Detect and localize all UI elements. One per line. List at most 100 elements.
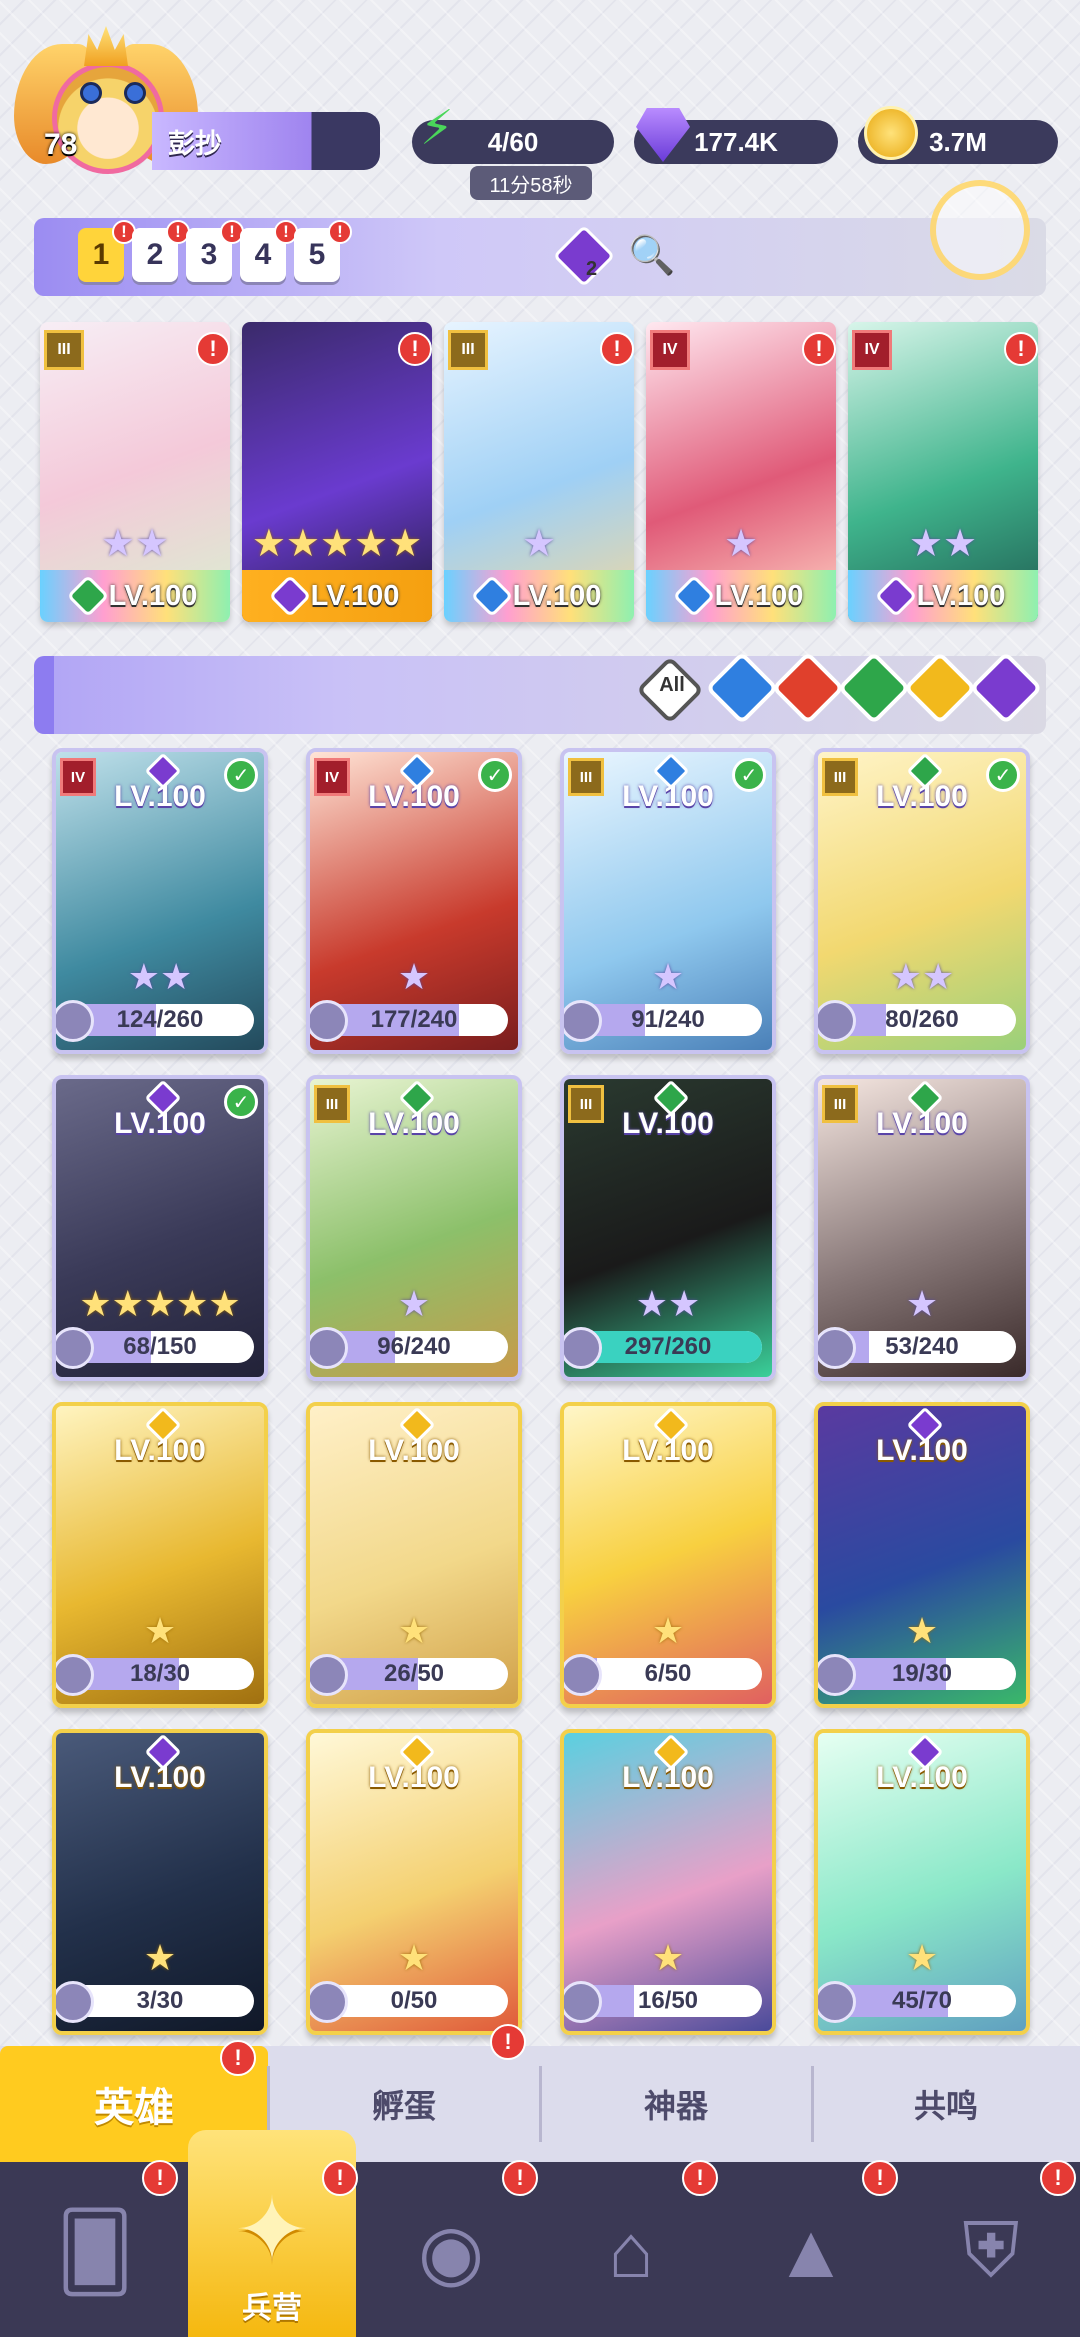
hero-level-bar: LV.100 (444, 570, 634, 622)
hero-stars: ★★ (635, 1283, 701, 1324)
edit-team-button[interactable] (930, 180, 1030, 280)
shard-icon (564, 1654, 602, 1696)
team-hero-card[interactable]: LV.100 ★ IV (646, 322, 836, 622)
hero-stars: ★ (397, 1610, 431, 1651)
shard-progress-bar: 124/260 (66, 1004, 254, 1036)
shard-icon (56, 1000, 94, 1042)
wizard-nav-icon[interactable]: ▲ (746, 2176, 876, 2326)
subtab-2[interactable]: 神器 (540, 2046, 812, 2162)
castle-nav-icon[interactable]: ⌂ (566, 2176, 696, 2326)
shard-count: 18/30 (129, 1660, 191, 1687)
shard-icon (56, 1654, 94, 1696)
hero-level-bar: LV.100 (646, 570, 836, 622)
search-icon[interactable]: 🔍 (628, 234, 675, 278)
water-element-icon (470, 574, 513, 618)
shard-progress-bar: 6/50 (574, 1658, 762, 1690)
tab-divider (539, 2066, 542, 2142)
shard-icon (56, 1327, 94, 1369)
hero-card[interactable]: LV.100 III ✓ ★ 91/240 (560, 748, 776, 1054)
team-hero-card[interactable]: LV.100 ★★ IV (848, 322, 1038, 622)
coin-icon (864, 106, 918, 160)
rank-badge: IV (314, 758, 350, 796)
shard-count: 80/260 (885, 1006, 959, 1033)
hero-level: LV.100 (108, 579, 198, 612)
shard-icon (310, 1981, 348, 2023)
team-hero-card[interactable]: LV.100 ★★ III (40, 322, 230, 622)
hero-card[interactable]: LV.100 ★ 45/70 (814, 1729, 1030, 2035)
dark-element-icon (874, 574, 917, 618)
shard-progress-bar: 26/50 (320, 1658, 508, 1690)
energy-timer: 11分58秒 (470, 166, 592, 200)
rank-badge: III (568, 758, 604, 796)
rank-badge: IV (60, 758, 96, 796)
hero-stars: ★ (905, 1283, 939, 1324)
hero-level-bar: LV.100 (242, 570, 432, 622)
hero-card[interactable]: LV.100 III ★ 53/240 (814, 1075, 1030, 1381)
hero-card[interactable]: LV.100 ✓ ★★★★★ 68/150 (52, 1075, 268, 1381)
hero-card[interactable]: LV.100 IV ✓ ★ 177/240 (306, 748, 522, 1054)
shard-count: 19/30 (891, 1660, 953, 1687)
team-hero-card[interactable]: LV.100 ★★★★★ (242, 322, 432, 622)
hero-card[interactable]: LV.100 IV ✓ ★★ 124/260 (52, 748, 268, 1054)
shard-count: 297/260 (624, 1333, 712, 1360)
hero-level: LV.100 (714, 579, 804, 612)
shard-progress-bar: 53/240 (828, 1331, 1016, 1363)
filter-all-label: All (659, 674, 685, 696)
hero-card[interactable]: LV.100 ★ 6/50 (560, 1402, 776, 1708)
cards-nav-icon[interactable]: 🂠 (30, 2176, 160, 2326)
energy-value: 4/60 (487, 126, 539, 157)
coin-value: 3.7M (929, 126, 987, 157)
alert-dot-icon: ! (196, 332, 230, 366)
hero-level: LV.100 (916, 579, 1006, 612)
subtab-3[interactable]: 共鸣 (812, 2046, 1080, 2162)
hero-stars: ★ (651, 1937, 685, 1978)
filter-element-button[interactable]: 2 (552, 224, 616, 288)
check-icon: ✓ (224, 758, 258, 792)
hero-stars: ★★ (127, 956, 193, 997)
shard-count: 16/50 (637, 1987, 699, 2014)
shard-icon (310, 1654, 348, 1696)
alert-dot-icon: ! (1040, 2160, 1076, 2196)
alert-dot-icon: ! (502, 2160, 538, 2196)
hero-card[interactable]: LV.100 III ★★ 297/260 (560, 1075, 776, 1381)
shard-progress-bar: 91/240 (574, 1004, 762, 1036)
shard-count: 68/150 (123, 1333, 197, 1360)
shard-count: 6/50 (644, 1660, 692, 1687)
shard-icon (818, 1000, 856, 1042)
shard-icon (310, 1000, 348, 1042)
hero-card[interactable]: LV.100 ★ 18/30 (52, 1402, 268, 1708)
hero-card[interactable]: LV.100 ★ 26/50 (306, 1402, 522, 1708)
hero-card[interactable]: LV.100 ★ 19/30 (814, 1402, 1030, 1708)
alert-dot-icon: ! (328, 220, 352, 244)
alert-dot-icon: ! (398, 332, 432, 366)
shard-count: 53/240 (885, 1333, 959, 1360)
shard-count: 45/70 (891, 1987, 953, 2014)
shard-count: 177/240 (370, 1006, 458, 1033)
hero-card[interactable]: LV.100 ★ 16/50 (560, 1729, 776, 2035)
hero-card[interactable]: LV.100 III ✓ ★★ 80/260 (814, 748, 1030, 1054)
alert-dot-icon: ! (490, 2024, 526, 2060)
hero-stars: ★★ (908, 523, 978, 565)
alert-dot-icon: ! (600, 332, 634, 366)
barracks-icon: ✦ (234, 2181, 310, 2281)
shard-icon (818, 1981, 856, 2023)
alert-dot-icon: ! (682, 2160, 718, 2196)
hero-card[interactable]: LV.100 III ★ 96/240 (306, 1075, 522, 1381)
hero-stars: ★ (723, 523, 759, 565)
lightning-icon: ⚡ (420, 102, 454, 155)
hero-stars: ★ (651, 1610, 685, 1651)
player-avatar[interactable] (14, 26, 198, 196)
hero-stars: ★★ (100, 523, 170, 565)
hero-stars: ★ (397, 956, 431, 997)
filter-count: 2 (586, 258, 598, 280)
shard-progress-bar: 0/50 (320, 1985, 508, 2017)
barracks-label: 兵营 (242, 2292, 302, 2325)
hero-card[interactable]: LV.100 ★ 3/30 (52, 1729, 268, 2035)
hero-card[interactable]: LV.100 ★ 0/50 (306, 1729, 522, 2035)
guild-nav-icon[interactable]: ⛨ (926, 2176, 1056, 2326)
team-hero-card[interactable]: LV.100 ★ III (444, 322, 634, 622)
shard-progress-bar: 16/50 (574, 1985, 762, 2017)
alert-dot-icon: ! (322, 2160, 358, 2196)
hero-stars: ★ (521, 523, 557, 565)
map-nav-icon[interactable]: ◉ (386, 2176, 516, 2326)
